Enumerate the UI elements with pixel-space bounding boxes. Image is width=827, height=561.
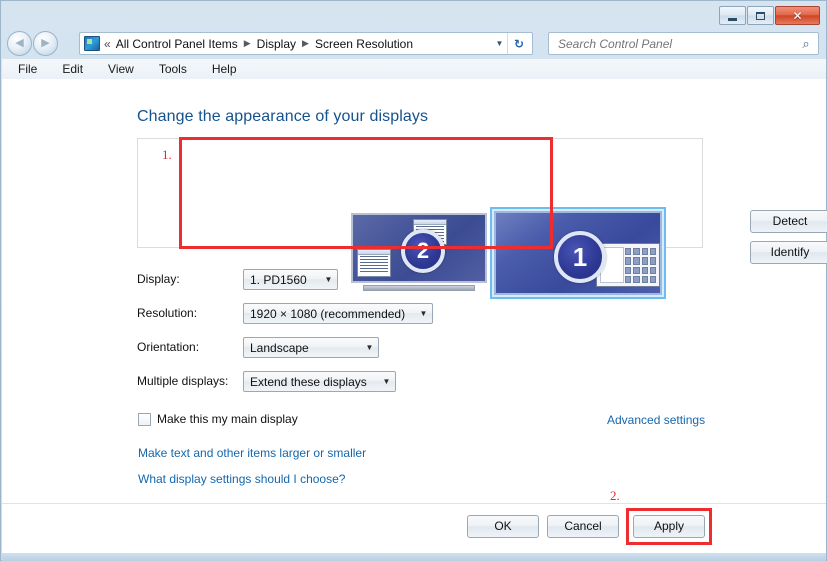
window-lines-icon: [360, 256, 388, 274]
menu-item-edit[interactable]: Edit: [59, 61, 86, 77]
orientation-select[interactable]: Landscape ▼: [243, 337, 379, 358]
close-icon: ✕: [792, 8, 803, 23]
menu-item-file[interactable]: File: [15, 61, 40, 77]
chevron-down-icon: ▼: [419, 309, 428, 318]
calculator-keys-icon: [625, 248, 656, 283]
monitor-preview-2[interactable]: 2: [351, 213, 487, 291]
orientation-select-value: Landscape: [250, 340, 309, 355]
address-bar[interactable]: « All Control Panel Items ▶ Display ▶ Sc…: [79, 32, 533, 55]
ok-button[interactable]: OK: [467, 515, 539, 538]
title-bar: ✕: [1, 1, 826, 27]
advanced-settings-link[interactable]: Advanced settings: [607, 413, 705, 427]
refresh-icon[interactable]: ↻: [507, 33, 530, 54]
window-thumbnail-icon: [357, 249, 391, 277]
monitor-number-badge-2: 2: [401, 229, 445, 273]
menu-item-view[interactable]: View: [105, 61, 137, 77]
main-display-checkbox-row[interactable]: Make this my main display: [138, 412, 298, 426]
chevron-down-icon: ▼: [365, 343, 374, 352]
search-input[interactable]: [556, 33, 794, 54]
nav-buttons: ◀ ▶: [7, 31, 58, 56]
multiple-displays-field-label: Multiple displays:: [137, 374, 229, 388]
breadcrumb-item-display[interactable]: Display: [256, 37, 297, 51]
apply-button[interactable]: Apply: [633, 515, 705, 538]
maximize-button[interactable]: [747, 6, 774, 25]
page-title: Change the appearance of your displays: [137, 108, 429, 125]
chevron-down-icon: ▼: [382, 377, 391, 386]
detect-button[interactable]: Detect: [750, 210, 827, 233]
resolution-select[interactable]: 1920 × 1080 (recommended) ▼: [243, 303, 433, 324]
display-field-label: Display:: [137, 272, 180, 286]
menu-bar: File Edit View Tools Help: [2, 59, 826, 79]
window-bottom-edge: [2, 553, 826, 561]
window-controls: ✕: [719, 6, 820, 25]
chevron-down-icon[interactable]: ▼: [492, 39, 507, 48]
close-button[interactable]: ✕: [775, 6, 820, 25]
breadcrumb-separator-icon: ▶: [243, 38, 251, 48]
dialog-footer: OK Cancel Apply 2.: [2, 488, 826, 552]
resolution-field-label: Resolution:: [137, 306, 198, 320]
chevron-down-icon: ▼: [324, 275, 333, 284]
navigation-bar: ◀ ▶ « All Control Panel Items ▶ Display …: [1, 29, 826, 59]
annotation-step-2-label: 2.: [610, 488, 620, 503]
breadcrumb: « All Control Panel Items ▶ Display ▶ Sc…: [104, 37, 414, 51]
make-text-larger-link[interactable]: Make text and other items larger or smal…: [138, 446, 366, 460]
forward-button[interactable]: ▶: [33, 31, 58, 56]
resolution-select-value: 1920 × 1080 (recommended): [250, 306, 406, 321]
breadcrumb-item-screen-resolution[interactable]: Screen Resolution: [314, 37, 414, 51]
annotation-step-1-label: 1.: [162, 147, 172, 162]
menu-item-tools[interactable]: Tools: [156, 61, 190, 77]
control-panel-icon: [84, 36, 100, 51]
monitor-preview-1[interactable]: 1: [490, 207, 666, 299]
display-select-value: 1. PD1560: [250, 272, 307, 287]
minimize-icon: [728, 17, 737, 21]
maximize-icon: [756, 11, 765, 20]
display-preview-panel[interactable]: 2 1 Detect Identify: [137, 138, 827, 299]
search-icon: ⌕: [802, 35, 810, 51]
breadcrumb-separator-icon: ▶: [302, 38, 309, 48]
forward-arrow-icon: ▶: [41, 37, 50, 49]
preview-side-buttons: Detect Identify: [750, 210, 827, 264]
monitor-2-screen: 2: [351, 213, 487, 283]
display-select[interactable]: 1. PD1560 ▼: [243, 269, 338, 290]
orientation-field-label: Orientation:: [137, 340, 200, 354]
monitor-number-badge-1: 1: [554, 231, 606, 283]
calculator-thumbnail-icon: [596, 243, 660, 287]
address-bar-actions: ▼ ↻: [492, 33, 532, 54]
monitor-1-screen: 1: [494, 211, 662, 295]
back-arrow-icon: ◀: [15, 37, 24, 49]
search-box[interactable]: ⌕: [548, 32, 819, 55]
monitor-2-stand: [363, 285, 475, 291]
multiple-displays-select[interactable]: Extend these displays ▼: [243, 371, 396, 392]
menu-item-help[interactable]: Help: [209, 61, 240, 77]
minimize-button[interactable]: [719, 6, 746, 25]
content-area: Change the appearance of your displays 2: [2, 79, 827, 553]
cancel-button[interactable]: Cancel: [547, 515, 619, 538]
multiple-displays-select-value: Extend these displays: [250, 374, 367, 389]
screen-resolution-window: ✕ ◀ ▶ « All Control Panel Items ▶ Displa…: [0, 0, 827, 561]
breadcrumb-item-all-control-panel-items[interactable]: All Control Panel Items: [115, 37, 239, 51]
identify-button[interactable]: Identify: [750, 241, 827, 264]
main-display-checkbox-label: Make this my main display: [157, 412, 298, 426]
back-button[interactable]: ◀: [7, 31, 32, 56]
main-display-checkbox[interactable]: [138, 412, 151, 426]
display-settings-help-link[interactable]: What display settings should I choose?: [138, 472, 345, 486]
breadcrumb-overflow-icon[interactable]: «: [104, 37, 111, 51]
